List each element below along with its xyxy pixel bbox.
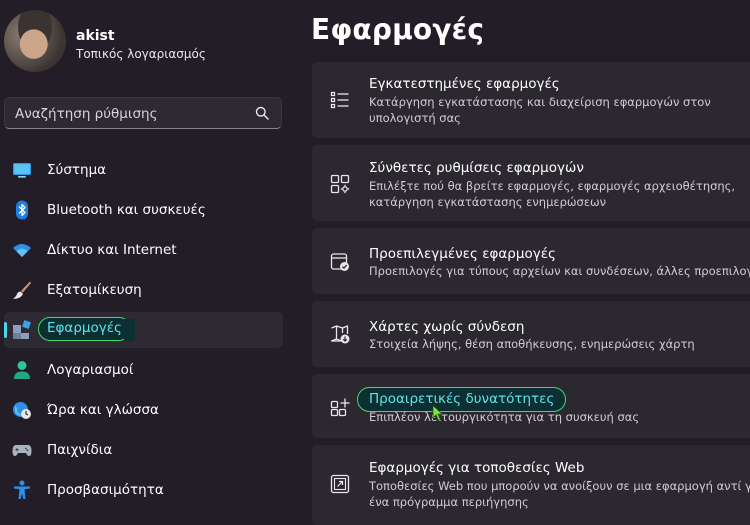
card-desc: υπολογιστή σας (369, 110, 461, 125)
sidebar-item-label: Εφαρμογές (47, 320, 122, 336)
user-name: akist (76, 28, 115, 44)
search-input[interactable]: Αναζήτηση ρύθμισης (4, 97, 282, 129)
card-default-apps[interactable]: Προεπιλεγμένες εφαρμογές Προεπιλογές για… (312, 228, 750, 294)
search-placeholder: Αναζήτηση ρύθμισης (15, 106, 158, 122)
wifi-icon (13, 244, 31, 257)
sidebar-item-label: Δίκτυο και Internet (47, 242, 177, 258)
card-offline-maps[interactable]: Χάρτες χωρίς σύνδεση Στοιχεία λήψης, θέσ… (312, 301, 750, 367)
sidebar-item-personalization[interactable]: Εξατομίκευση (4, 272, 283, 308)
card-advanced-app-settings[interactable]: Σύνθετες ρυθμίσεις εφαρμογών Επιλέξτε πο… (312, 145, 750, 221)
cursor-icon (432, 405, 444, 421)
card-title: Εφαρμογές για τοποθεσίες Web (369, 460, 585, 476)
highlight-marker: Προαιρετικές δυνατότητες (357, 387, 567, 412)
bluetooth-icon (16, 200, 28, 220)
card-apps-for-websites[interactable]: Εφαρμογές για τοποθεσίες Web Τοποθεσίες … (312, 445, 750, 525)
card-desc: κατάργηση εγκατάστασης ενημερώσεων (369, 194, 607, 209)
card-title: Σύνθετες ρυθμίσεις εφαρμογών (369, 160, 584, 176)
sidebar-item-bluetooth[interactable]: Bluetooth και συσκευές (4, 192, 283, 228)
card-desc: Κατάργηση εγκατάστασης και διαχείριση εφ… (369, 95, 711, 109)
sidebar-item-label: Ώρα και γλώσσα (47, 402, 159, 418)
card-title: Προαιρετικές δυνατότητες (369, 391, 555, 407)
sidebar-item-label: Λογαριασμοί (47, 362, 134, 378)
sidebar-item-accessibility[interactable]: Προσβασιμότητα (4, 472, 283, 508)
gamepad-icon (12, 445, 32, 456)
list-icon (330, 91, 349, 109)
card-installed-apps[interactable]: Εγκατεστημένες εφαρμογές Κατάργηση εγκατ… (312, 62, 750, 138)
highlight-marker: Εφαρμογές (38, 317, 131, 341)
card-desc: Στοιχεία λήψης, θέση αποθήκευσης, ενημερ… (369, 337, 695, 351)
sidebar-item-gaming[interactable]: Παιχνίδια (4, 432, 283, 468)
add-grid-icon (330, 398, 350, 417)
card-desc: Προεπιλογές για τύπους αρχείων και συνδέ… (369, 264, 750, 278)
clock-globe-icon (13, 402, 31, 419)
sidebar-item-system[interactable]: Σύστημα (4, 152, 283, 188)
highlight-tail (124, 319, 135, 341)
map-download-icon (330, 325, 350, 344)
card-desc: Τοποθεσίες Web που μπορούν να ανοίξουν σ… (369, 479, 750, 493)
card-optional-features[interactable]: Προαιρετικές δυνατότητες Επιπλέον λειτου… (312, 374, 750, 438)
card-title: Εγκατεστημένες εφαρμογές (369, 76, 560, 92)
person-icon (14, 361, 30, 379)
active-indicator (4, 322, 7, 338)
apps-icon (13, 320, 31, 339)
card-desc: Επιπλέον λειτουργικότητα για τη συσκευή … (369, 410, 640, 424)
sidebar-item-label: Σύστημα (47, 162, 107, 178)
card-title: Προεπιλεγμένες εφαρμογές (369, 246, 556, 262)
avatar[interactable] (4, 10, 66, 72)
open-web-icon (330, 474, 350, 494)
sidebar-item-label: Bluetooth και συσκευές (47, 202, 206, 218)
brush-icon (13, 281, 31, 299)
sidebar-item-label: Παιχνίδια (47, 442, 113, 458)
account-type: Τοπικός λογαριασμός (76, 47, 206, 61)
card-desc: ένα πρόγραμμα περιήγησης (369, 494, 529, 509)
card-title: Χάρτες χωρίς σύνδεση (369, 319, 525, 335)
card-desc: Επιλέξτε πού θα βρείτε εφαρμογές, εφαρμο… (369, 179, 736, 193)
apps-gear-icon (330, 174, 350, 194)
sidebar-item-network[interactable]: Δίκτυο και Internet (4, 232, 283, 268)
sidebar-item-label: Εξατομίκευση (47, 282, 142, 298)
page-title: Εφαρμογές (311, 13, 485, 46)
search-icon[interactable] (255, 106, 269, 120)
sidebar-item-label: Προσβασιμότητα (47, 482, 164, 498)
accessibility-icon (14, 480, 30, 499)
sidebar-item-time-language[interactable]: Ώρα και γλώσσα (4, 392, 283, 428)
monitor-icon (13, 163, 31, 178)
sidebar-item-accounts[interactable]: Λογαριασμοί (4, 352, 283, 388)
sidebar-item-apps[interactable]: Εφαρμογές (4, 312, 283, 348)
default-apps-icon (330, 253, 349, 271)
